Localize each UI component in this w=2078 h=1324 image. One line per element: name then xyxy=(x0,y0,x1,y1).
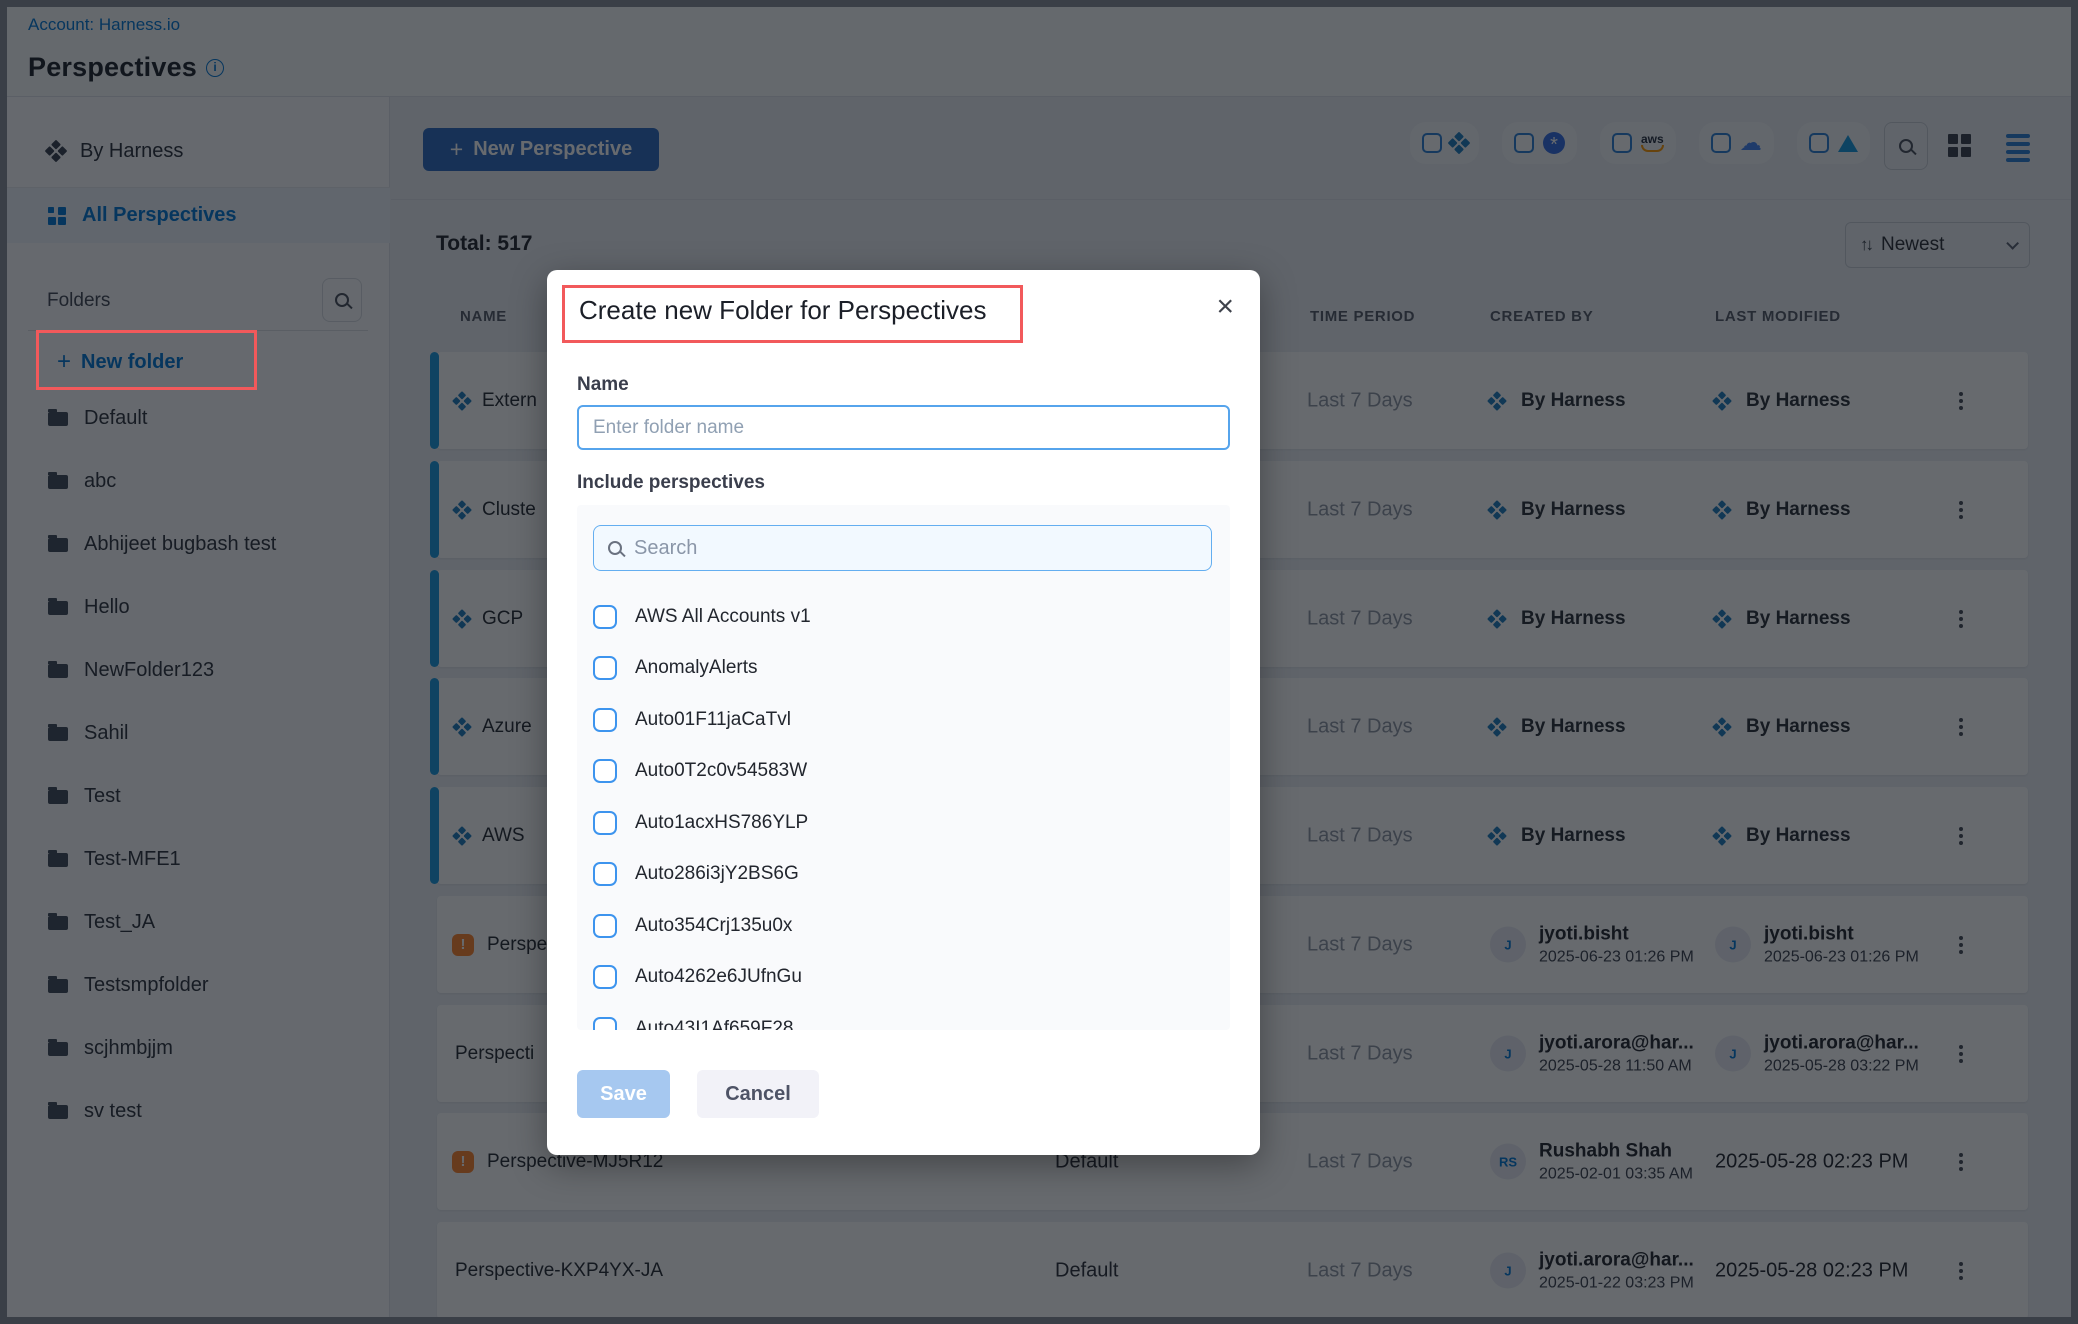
checkbox[interactable] xyxy=(593,605,617,629)
create-folder-modal: Create new Folder for Perspectives × Nam… xyxy=(547,270,1260,1155)
save-button[interactable]: Save xyxy=(577,1070,670,1118)
checkbox[interactable] xyxy=(593,708,617,732)
checkbox[interactable] xyxy=(593,656,617,680)
search-icon xyxy=(608,541,622,555)
include-perspectives-label: Include perspectives xyxy=(577,472,765,494)
perspective-option[interactable]: Auto01F11jaCaTvl xyxy=(593,694,1213,746)
perspective-search-box[interactable] xyxy=(593,525,1212,571)
checkbox[interactable] xyxy=(593,759,617,783)
perspective-option-label: Auto1acxHS786YLP xyxy=(635,812,808,834)
name-label: Name xyxy=(577,374,629,396)
perspective-option-label: AWS All Accounts v1 xyxy=(635,606,811,628)
perspective-option[interactable]: Auto1acxHS786YLP xyxy=(593,797,1213,849)
perspective-option-label: Auto354Crj135u0x xyxy=(635,915,792,937)
perspective-search-input[interactable] xyxy=(634,537,1197,560)
close-icon[interactable]: × xyxy=(1216,292,1234,322)
perspective-option-label: AnomalyAlerts xyxy=(635,657,758,679)
perspective-option[interactable]: Auto43I1Af659F28 xyxy=(593,1003,1213,1030)
perspective-option[interactable]: AnomalyAlerts xyxy=(593,643,1213,695)
perspective-option[interactable]: Auto4262e6JUfnGu xyxy=(593,952,1213,1004)
checkbox[interactable] xyxy=(593,1017,617,1030)
perspective-option-label: Auto4262e6JUfnGu xyxy=(635,966,802,988)
perspective-option-label: Auto01F11jaCaTvl xyxy=(635,709,791,731)
checkbox[interactable] xyxy=(593,914,617,938)
perspective-option[interactable]: AWS All Accounts v1 xyxy=(593,591,1213,643)
checkbox[interactable] xyxy=(593,811,617,835)
perspective-option[interactable]: Auto286i3jY2BS6G xyxy=(593,849,1213,901)
perspective-option[interactable]: Auto0T2c0v54583W xyxy=(593,746,1213,798)
perspective-option-label: Auto43I1Af659F28 xyxy=(635,1018,793,1030)
folder-name-input[interactable] xyxy=(577,405,1230,450)
perspective-option[interactable]: Auto354Crj135u0x xyxy=(593,900,1213,952)
perspective-option-label: Auto0T2c0v54583W xyxy=(635,760,807,782)
checkbox[interactable] xyxy=(593,862,617,886)
modal-title: Create new Folder for Perspectives xyxy=(579,295,987,326)
perspective-option-label: Auto286i3jY2BS6G xyxy=(635,863,799,885)
perspective-options-list: AWS All Accounts v1 AnomalyAlerts Auto01… xyxy=(593,591,1213,1030)
checkbox[interactable] xyxy=(593,965,617,989)
cancel-button[interactable]: Cancel xyxy=(697,1070,819,1118)
perspectives-panel: AWS All Accounts v1 AnomalyAlerts Auto01… xyxy=(577,505,1230,1030)
perspectives-screen: Account: Harness.io Perspectives i By Ha… xyxy=(0,0,2078,1324)
